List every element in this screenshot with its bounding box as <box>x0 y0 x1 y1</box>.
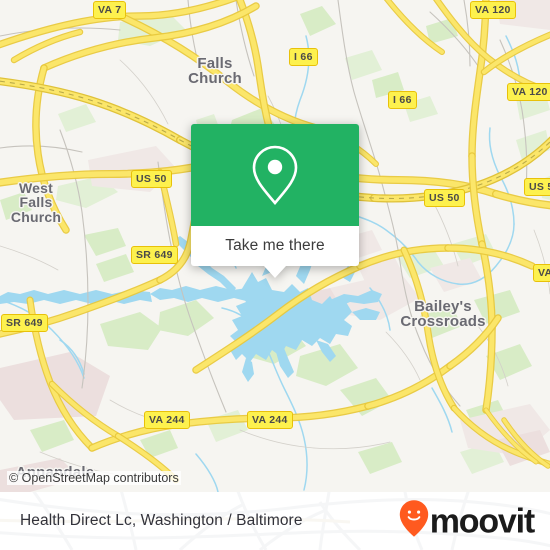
location-pin-icon <box>249 144 301 206</box>
highway-shield: US 50 <box>131 170 172 188</box>
footer-bar: Health Direct Lc, Washington / Baltimore… <box>0 492 550 550</box>
take-me-there-button[interactable]: Take me there <box>191 226 359 278</box>
highway-shield: VA 120 <box>507 83 550 101</box>
highway-shield: I 66 <box>388 91 417 109</box>
card-pointer-tail <box>264 266 286 278</box>
highway-shield: VA 7 <box>93 1 127 19</box>
highway-shield: VA 244 <box>144 411 190 429</box>
highway-shield: SR 649 <box>131 246 178 264</box>
highway-shield: VA <box>533 264 550 282</box>
highway-shield: VA 244 <box>247 411 293 429</box>
highway-shield: I 66 <box>289 48 318 66</box>
map-canvas[interactable]: .road-major-c { fill:none; stroke:#e8c83… <box>0 0 550 492</box>
moovit-brand: moovit <box>399 500 535 543</box>
highway-shield: VA 120 <box>470 1 516 19</box>
moovit-smiley-pin-icon <box>399 500 429 543</box>
moovit-wordmark: moovit <box>429 502 535 540</box>
take-me-there-card[interactable]: Take me there <box>191 124 359 278</box>
card-image-area <box>191 124 359 226</box>
take-me-there-label: Take me there <box>225 237 325 254</box>
map-screenshot: .road-major-c { fill:none; stroke:#e8c83… <box>0 0 550 550</box>
place-title: Health Direct Lc, Washington / Baltimore <box>20 512 303 529</box>
highway-shield: US 5 <box>524 178 550 196</box>
highway-shield: US 50 <box>424 189 465 207</box>
highway-shield: SR 649 <box>1 314 48 332</box>
osm-attribution: © OpenStreetMap contributors <box>7 471 181 485</box>
